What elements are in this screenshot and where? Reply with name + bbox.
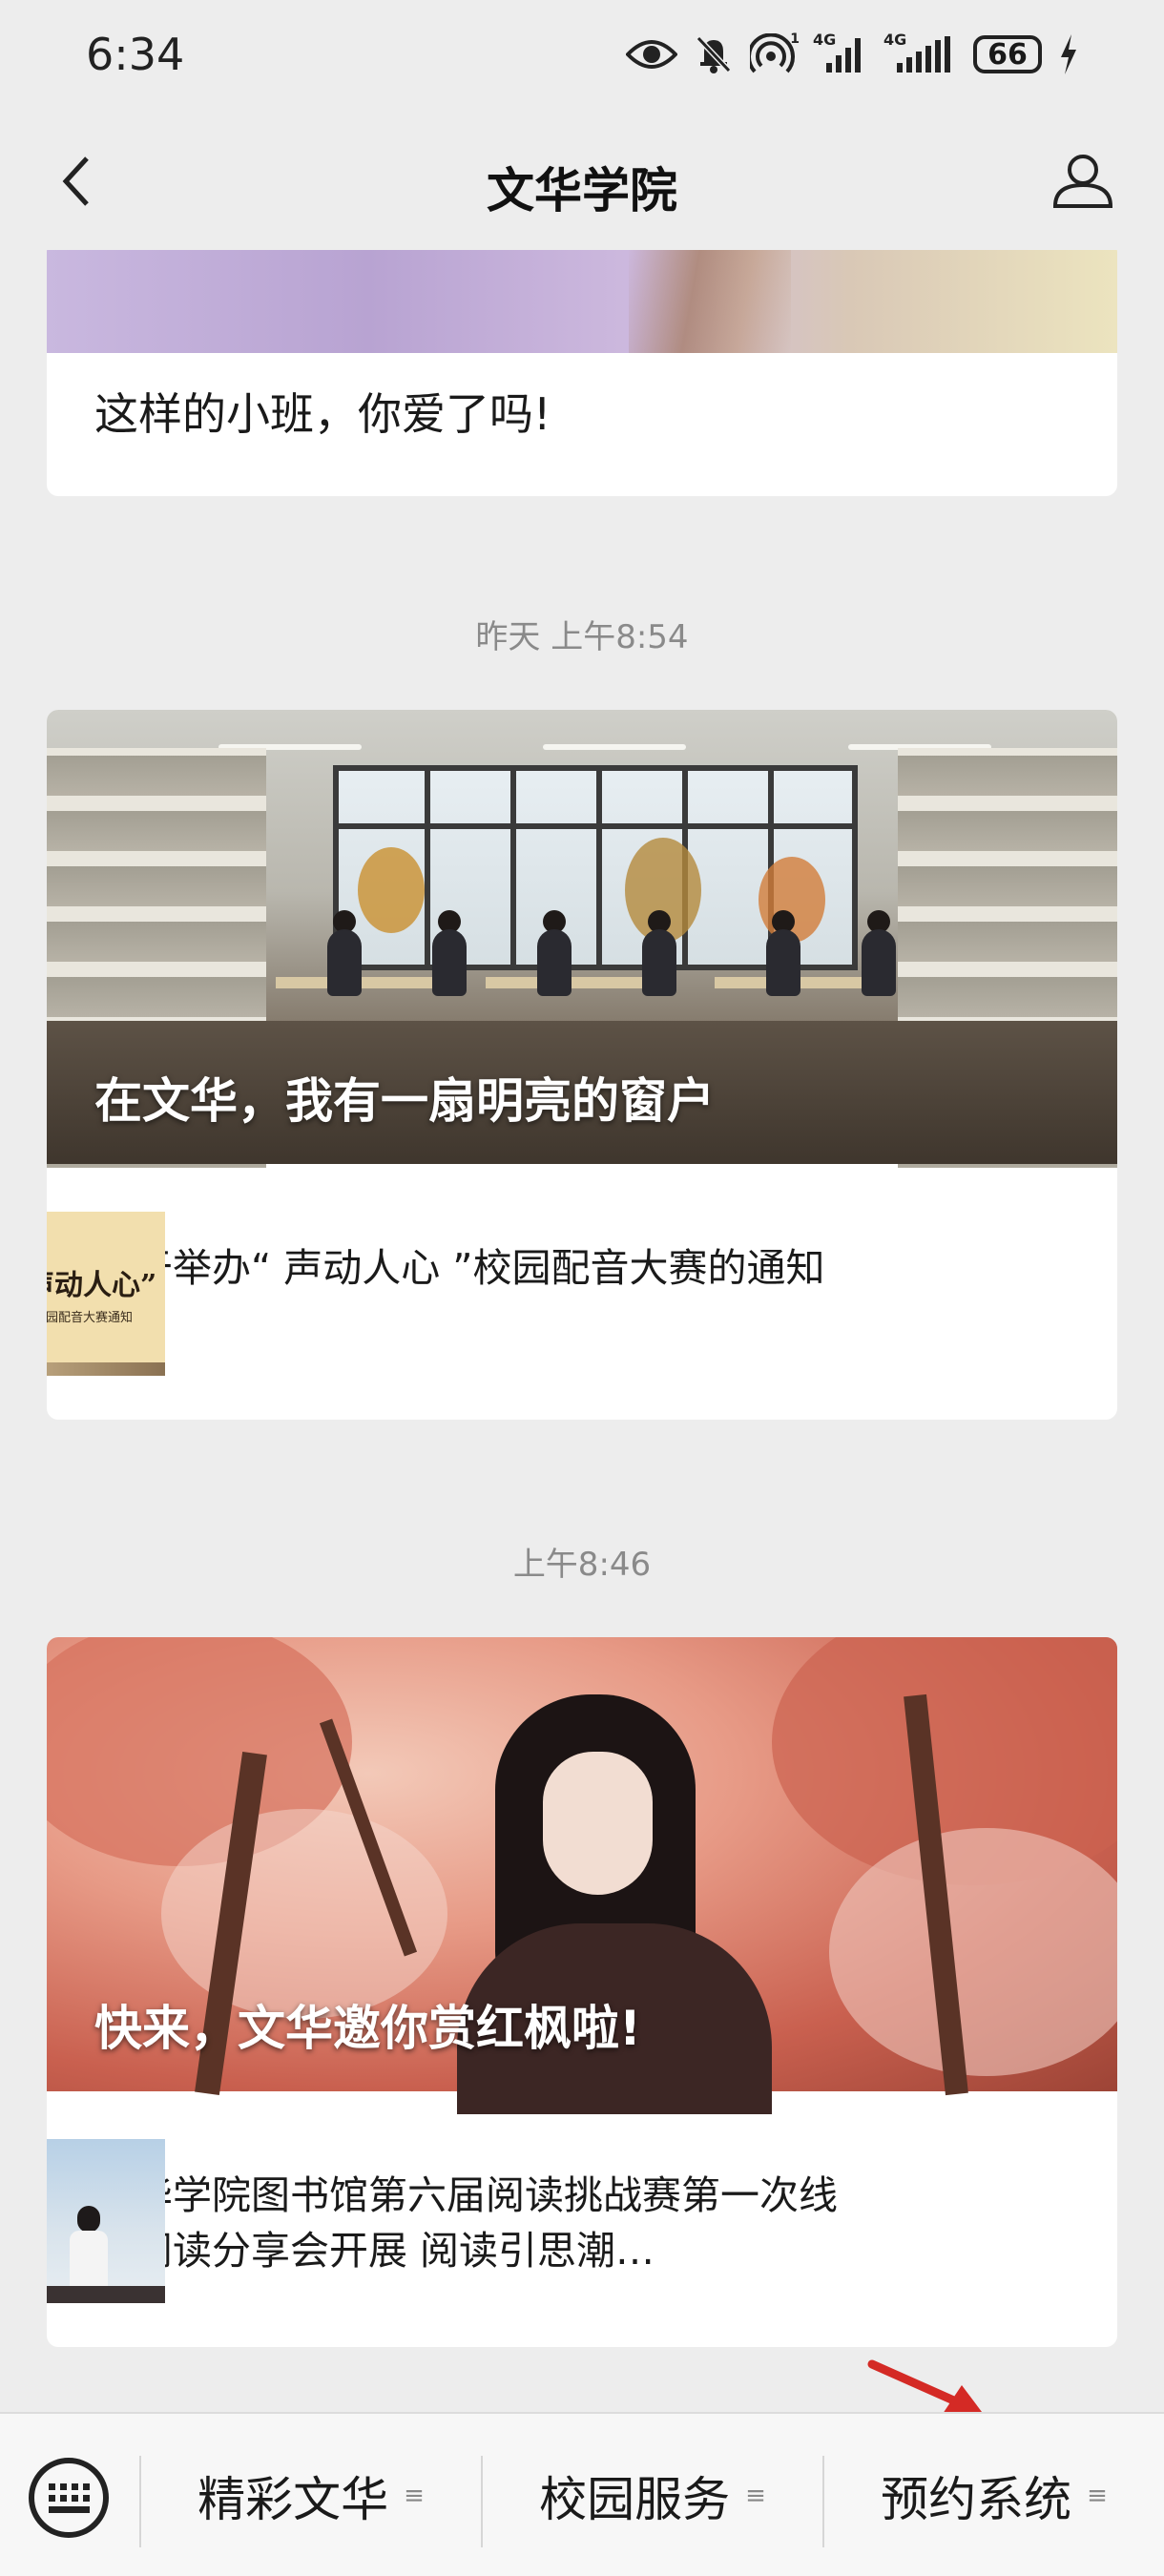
menu-item-label: 预约系统 bbox=[881, 2472, 1072, 2527]
charging-icon bbox=[1059, 34, 1078, 74]
menu-list-icon: ≡ bbox=[745, 2482, 766, 2510]
article-card[interactable]: 快来，文华邀你赏红枫啦! 文华学院图书馆第六届阅读挑战赛第一次线下阅读分享会开展… bbox=[47, 1637, 1117, 2347]
article-title[interactable]: 文华学院图书馆第六届阅读挑战赛第一次线下阅读分享会开展 阅读引思潮… bbox=[94, 2168, 858, 2278]
menu-item-label: 精彩文华 bbox=[197, 2472, 389, 2527]
article-cover-title[interactable]: 在文华，我有一扇明亮的窗户 bbox=[94, 1063, 715, 1132]
signal-4g-icon: 4G bbox=[883, 31, 956, 74]
article-cover-image[interactable] bbox=[47, 250, 1117, 353]
article-list-item[interactable]: 关于举办“ 声动人心 ”校园配音大赛的通知 “声动人心” 校园配音大赛通知 bbox=[47, 1164, 1117, 1420]
battery-icon: 66 bbox=[973, 35, 1042, 73]
article-card[interactable]: 在文华，我有一扇明亮的窗户 关于举办“ 声动人心 ”校园配音大赛的通知 “声动人… bbox=[47, 710, 1117, 1420]
article-card[interactable]: 这样的小班，你爱了吗! bbox=[47, 250, 1117, 496]
thumbnail-subtitle: 校园配音大赛通知 bbox=[47, 1311, 133, 1325]
menu-list-icon: ≡ bbox=[404, 2482, 425, 2510]
signal-4g-label: 4G bbox=[883, 31, 907, 49]
person-icon bbox=[1052, 155, 1113, 208]
article-thumbnail[interactable]: “声动人心” 校园配音大赛通知 bbox=[47, 1212, 165, 1376]
menu-item-jingcai-wenhua[interactable]: 精彩文华 ≡ bbox=[141, 2414, 481, 2576]
article-cover-image[interactable]: 在文华，我有一扇明亮的窗户 bbox=[47, 710, 1117, 1168]
signal-4g-label: 4G bbox=[813, 31, 837, 49]
hotspot-icon: 1 bbox=[750, 31, 800, 75]
article-feed[interactable]: 这样的小班，你爱了吗! 昨天 上午8:54 在文华，我有一扇明亮的窗户 关于举办… bbox=[0, 250, 1164, 2412]
menu-item-campus-services[interactable]: 校园服务 ≡ bbox=[483, 2414, 822, 2576]
hotspot-badge: 1 bbox=[790, 31, 800, 47]
article-title[interactable]: 关于举办“ 声动人心 ”校园配音大赛的通知 bbox=[94, 1240, 858, 1296]
header: 文华学院 bbox=[0, 114, 1164, 248]
article-thumbnail[interactable] bbox=[47, 2139, 165, 2303]
message-timestamp: 昨天 上午8:54 bbox=[475, 618, 689, 656]
article-list-item[interactable]: 文华学院图书馆第六届阅读挑战赛第一次线下阅读分享会开展 阅读引思潮… bbox=[47, 2091, 1117, 2347]
article-cover-image[interactable]: 快来，文华邀你赏红枫啦! bbox=[47, 1637, 1117, 2114]
signal-4g-icon: 4G bbox=[813, 31, 866, 74]
article-title[interactable]: 这样的小班，你爱了吗! bbox=[94, 380, 551, 443]
status-time: 6:34 bbox=[86, 29, 185, 80]
keyboard-toggle-button[interactable] bbox=[29, 2458, 109, 2538]
page-title: 文华学院 bbox=[487, 163, 677, 218]
mute-icon bbox=[695, 34, 733, 74]
eye-icon bbox=[626, 37, 677, 72]
article-cover-title[interactable]: 快来，文华邀你赏红枫啦! bbox=[94, 1990, 641, 2059]
menu-list-icon: ≡ bbox=[1087, 2482, 1108, 2510]
bottom-menu: 精彩文华 ≡ 校园服务 ≡ 预约系统 ≡ bbox=[0, 2412, 1164, 2576]
message-timestamp: 上午8:46 bbox=[512, 1546, 652, 1584]
menu-item-label: 校园服务 bbox=[539, 2472, 731, 2527]
status-bar: 6:34 1 4G 4G 66 bbox=[0, 0, 1164, 114]
thumbnail-title: “声动人心” bbox=[47, 1269, 157, 1302]
status-icons: 1 4G 4G 66 bbox=[626, 31, 1078, 78]
profile-button[interactable] bbox=[1040, 143, 1126, 219]
keyboard-icon bbox=[48, 2483, 90, 2513]
menu-item-booking-system[interactable]: 预约系统 ≡ bbox=[824, 2414, 1164, 2576]
